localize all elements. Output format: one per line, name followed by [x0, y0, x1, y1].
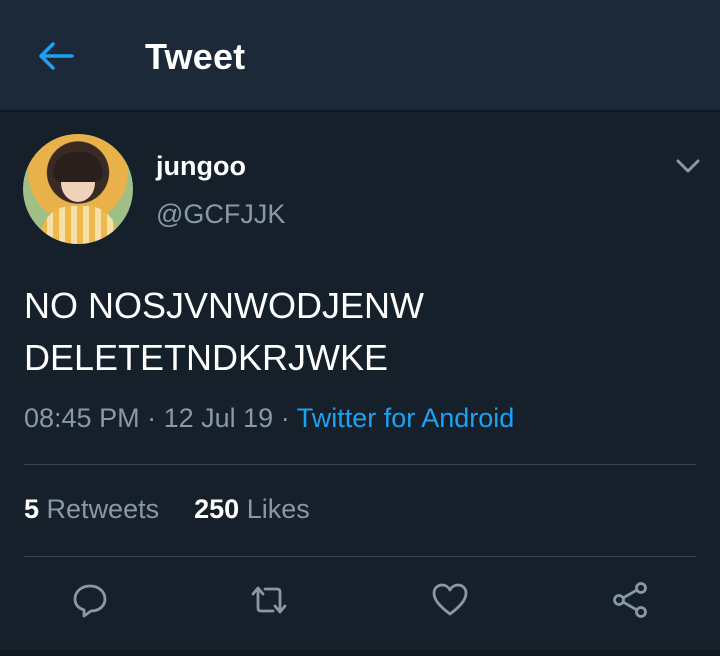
tweet-text: NO NOSJVNWODJENW DELETETNDKRJWKE — [24, 280, 694, 384]
meta-separator: · — [147, 403, 164, 433]
retweets-label: Retweets — [46, 494, 160, 524]
avatar-hair — [53, 152, 103, 182]
retweet-button[interactable] — [247, 578, 291, 622]
tweet-options-button[interactable] — [672, 150, 704, 182]
author-handle[interactable]: @GCFJJK — [156, 199, 285, 230]
tweet-source-link[interactable]: Twitter for Android — [297, 403, 515, 433]
retweets-stat[interactable]: 5 Retweets — [24, 494, 159, 524]
heart-icon — [432, 583, 468, 616]
likes-label: Likes — [246, 494, 310, 524]
avatar-shirt — [41, 206, 117, 244]
chevron-down-icon — [676, 159, 700, 173]
reply-icon — [73, 584, 107, 618]
likes-count: 250 — [194, 494, 240, 524]
divider — [24, 464, 696, 465]
tweet-meta: 08:45 PM · 12 Jul 19 · Twitter for Andro… — [24, 403, 514, 434]
reply-button[interactable] — [68, 578, 112, 622]
tweet-text-line: DELETETNDKRJWKE — [24, 337, 389, 378]
avatar[interactable] — [23, 134, 133, 244]
likes-stat[interactable]: 250 Likes — [194, 494, 310, 524]
action-bar — [0, 578, 720, 628]
meta-separator: · — [280, 403, 297, 433]
like-button[interactable] — [428, 578, 472, 622]
tweet-text-line: NO NOSJVNWODJENW — [24, 285, 424, 326]
back-button[interactable] — [34, 36, 78, 76]
tweet-date: 12 Jul 19 — [163, 403, 274, 433]
divider — [24, 556, 696, 557]
top-bar: Tweet — [0, 0, 720, 112]
share-icon — [613, 582, 647, 618]
tweet-time: 08:45 PM — [24, 403, 140, 433]
retweet-icon — [251, 586, 287, 614]
share-button[interactable] — [608, 578, 652, 622]
tweet-stats: 5 Retweets 250 Likes — [24, 494, 310, 525]
page-title: Tweet — [145, 36, 246, 77]
retweets-count: 5 — [24, 494, 40, 524]
bottom-edge — [0, 650, 720, 656]
arrow-left-icon — [39, 42, 74, 70]
author-display-name[interactable]: jungoo — [156, 151, 246, 182]
